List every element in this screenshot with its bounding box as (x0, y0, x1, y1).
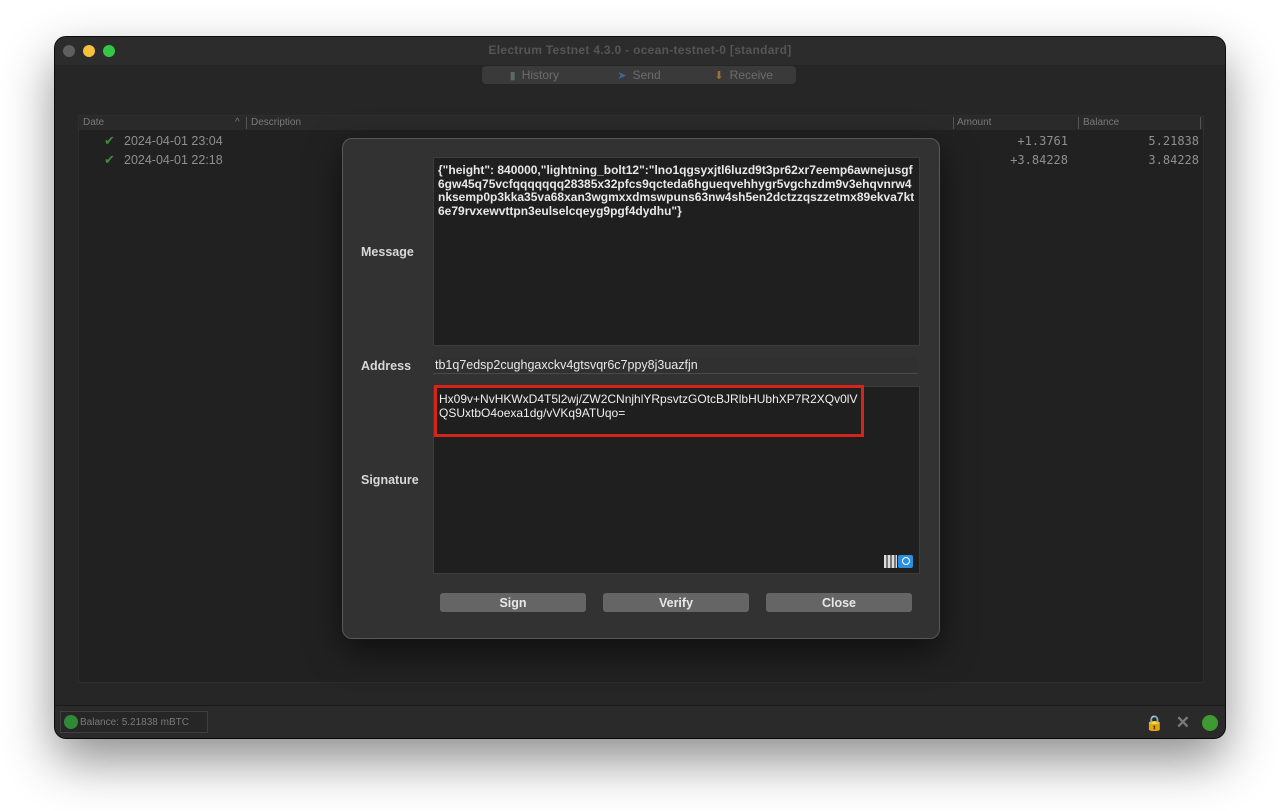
column-divider[interactable] (1200, 117, 1201, 129)
row-date: 2024-04-01 23:04 (124, 134, 223, 148)
tab-send-label: Send (632, 68, 661, 82)
tab-send[interactable]: ➤ Send (587, 66, 692, 84)
sort-indicator-icon[interactable]: ^ (235, 117, 240, 128)
column-balance[interactable]: Balance (1083, 117, 1119, 128)
window-title: Electrum Testnet 4.3.0 - ocean-testnet-0… (488, 43, 792, 57)
column-divider[interactable] (246, 117, 247, 129)
column-divider[interactable] (953, 117, 954, 129)
sign-button[interactable]: Sign (440, 593, 586, 612)
receive-icon: ⬇ (714, 69, 724, 82)
balance-button[interactable]: Balance: 5.21838 mBTC (60, 711, 208, 733)
confirmed-check-icon: ✔ (104, 152, 115, 167)
message-label: Message (361, 245, 414, 259)
verify-button[interactable]: Verify (603, 593, 749, 612)
column-divider[interactable] (1078, 117, 1079, 129)
network-status-icon[interactable] (1202, 715, 1218, 731)
qr-code-camera-icon[interactable] (884, 553, 914, 569)
balance-label: Balance: 5.21838 mBTC (80, 716, 189, 728)
title-bar: Electrum Testnet 4.3.0 - ocean-testnet-0… (55, 37, 1225, 65)
tab-receive[interactable]: ⬇ Receive (691, 66, 796, 84)
tab-history[interactable]: ▮ History (482, 66, 587, 84)
address-field[interactable]: tb1q7edsp2cughgaxckv4gtsvqr6c7ppy8j3uazf… (433, 357, 918, 374)
preferences-tools-icon[interactable]: ✕ (1176, 713, 1190, 733)
row-amount: +3.84228 (1010, 153, 1068, 167)
sign-verify-message-dialog: Message {"height": 840000,"lightning_bol… (342, 138, 940, 639)
signature-textarea[interactable]: Hx09v+NvHKWxD4T5l2wj/ZW2CNnjhlYRpsvtzGOt… (433, 385, 920, 574)
history-table-header: Date ^ Description Amount Balance (79, 116, 1203, 130)
signature-value: Hx09v+NvHKWxD4T5l2wj/ZW2CNnjhlYRpsvtzGOt… (439, 392, 858, 420)
address-label: Address (361, 359, 412, 373)
close-button[interactable]: Close (766, 593, 912, 612)
qr-code-icon (884, 554, 897, 568)
message-textarea[interactable]: {"height": 840000,"lightning_bolt12":"ln… (433, 157, 920, 346)
camera-icon (898, 554, 913, 568)
row-balance: 3.84228 (1148, 153, 1199, 167)
lock-icon[interactable]: 🔒 (1145, 714, 1164, 732)
column-amount[interactable]: Amount (957, 117, 991, 128)
balance-coin-icon (64, 715, 78, 729)
row-date: 2024-04-01 22:18 (124, 153, 223, 167)
signature-label: Signature (361, 473, 419, 487)
status-bar: Balance: 5.21838 mBTC 🔒 ✕ (55, 705, 1225, 738)
column-description[interactable]: Description (251, 117, 301, 128)
row-balance: 5.21838 (1148, 134, 1199, 148)
confirmed-check-icon: ✔ (104, 133, 115, 148)
main-tabs: ▮ History ➤ Send ⬇ Receive (482, 66, 796, 84)
status-icons: 🔒 ✕ (1145, 713, 1218, 733)
row-amount: +1.3761 (1017, 134, 1068, 148)
history-icon: ▮ (509, 69, 516, 82)
send-icon: ➤ (617, 69, 627, 82)
column-date[interactable]: Date (83, 117, 104, 128)
tab-history-label: History (521, 68, 560, 82)
tab-receive-label: Receive (729, 68, 773, 82)
